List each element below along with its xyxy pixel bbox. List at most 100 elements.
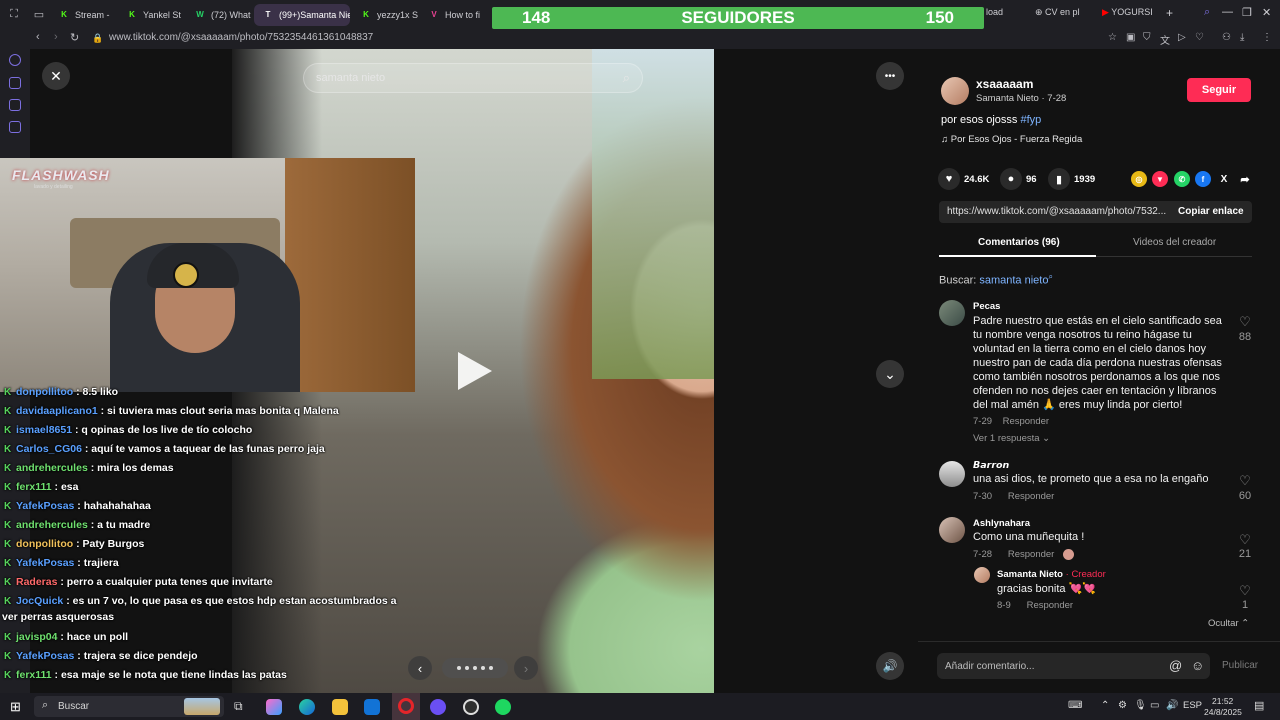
- battery-icon[interactable]: ▭: [1150, 700, 1159, 711]
- chat-username[interactable]: donpollitoo: [16, 386, 73, 398]
- reload-icon[interactable]: ↻: [70, 31, 79, 44]
- download-icon[interactable]: ⤓: [1240, 32, 1244, 43]
- comment-avatar-ashlynahara[interactable]: [939, 517, 965, 543]
- chat-username[interactable]: YafekPosas: [16, 557, 74, 569]
- author-username[interactable]: xsaaaaam: [976, 77, 1033, 91]
- tab-download[interactable]: load: [986, 7, 1003, 17]
- volume-button[interactable]: 🔊: [876, 652, 904, 680]
- window-menu-icon[interactable]: ⛶: [0, 8, 28, 21]
- tab-yogursi[interactable]: ▶ YOGURSI: [1102, 7, 1153, 18]
- tab-cv[interactable]: ⊕ CV en pl: [1035, 7, 1080, 18]
- sidebar-twitch-icon[interactable]: [9, 99, 21, 111]
- close-viewer-button[interactable]: ✕: [42, 62, 70, 90]
- speaker-icon[interactable]: 🔊: [1166, 700, 1178, 711]
- sidebar-refresh-icon[interactable]: [9, 54, 21, 66]
- chat-username[interactable]: Raderas: [16, 576, 57, 588]
- browser-tab[interactable]: T (99+)Samanta Nie: [254, 3, 350, 26]
- file-explorer-icon[interactable]: [332, 699, 348, 715]
- play-icon[interactable]: ▷: [1178, 32, 1186, 43]
- carousel-prev-button[interactable]: ‹: [408, 656, 432, 680]
- sidebar-m-icon[interactable]: [9, 121, 21, 133]
- heart-ext-icon[interactable]: ♡: [1195, 32, 1204, 43]
- new-tab-button[interactable]: +: [1166, 6, 1173, 20]
- tab-creator-videos[interactable]: Videos del creador: [1133, 237, 1216, 248]
- browser-tab[interactable]: W (72) What: [186, 4, 252, 26]
- reply-button[interactable]: Responder: [1008, 549, 1054, 560]
- maximize-icon[interactable]: ❐: [1242, 6, 1252, 19]
- clock-time[interactable]: 21:52: [1212, 696, 1233, 706]
- hide-replies-button[interactable]: Ocultar ⌃: [1208, 618, 1249, 629]
- chat-username[interactable]: andrehercules: [16, 519, 88, 531]
- browser-tab[interactable]: V How to fi: [420, 4, 486, 26]
- menu-icon[interactable]: ⋮: [1262, 32, 1272, 43]
- chat-username[interactable]: JocQuick: [16, 595, 63, 607]
- keyboard-icon[interactable]: ⌨: [1068, 700, 1082, 711]
- hashtag-link[interactable]: #fyp: [1020, 114, 1041, 126]
- profile-icon[interactable]: ⚇: [1222, 32, 1231, 43]
- send-share-icon[interactable]: ▼: [1152, 171, 1168, 187]
- emoji-icon[interactable]: ☺: [1191, 658, 1204, 673]
- facebook-share-icon[interactable]: f: [1195, 171, 1211, 187]
- viewer-search-input[interactable]: samanta nieto: [316, 72, 385, 84]
- url-field[interactable]: www.tiktok.com/@xsaaaaam/photo/753235446…: [109, 32, 373, 43]
- browser-tab[interactable]: K Yankel St: [118, 4, 184, 26]
- back-icon[interactable]: ‹: [36, 31, 40, 43]
- chat-username[interactable]: ferx111: [16, 669, 52, 681]
- x-share-icon[interactable]: X: [1216, 171, 1232, 187]
- chat-username[interactable]: YafekPosas: [16, 650, 74, 662]
- search-suggestion[interactable]: Buscar: samanta nieto⌕: [939, 272, 1053, 287]
- follow-button[interactable]: Seguir: [1187, 78, 1251, 102]
- comment-user-ashlynahara[interactable]: Ashlynahara: [973, 518, 1030, 529]
- whatsapp-share-icon[interactable]: ✆: [1174, 171, 1190, 187]
- tray-expand-icon[interactable]: ⌃: [1101, 700, 1109, 711]
- viewer-search-bar[interactable]: samanta nieto ⌕: [303, 63, 643, 93]
- reply-avatar-creator[interactable]: [974, 567, 990, 583]
- carousel-next-button[interactable]: ›: [514, 656, 538, 680]
- more-share-icon[interactable]: ➦: [1237, 171, 1253, 187]
- copilot-icon[interactable]: [266, 699, 282, 715]
- tab-comments[interactable]: Comentarios (96): [978, 237, 1060, 248]
- comment-avatar-barron[interactable]: [939, 461, 965, 487]
- windows-start-icon[interactable]: ⊞: [10, 699, 21, 715]
- shield-icon[interactable]: ⛉: [1143, 32, 1151, 43]
- browser-tab[interactable]: Kyezzy1x S: [352, 4, 418, 26]
- post-link-text[interactable]: https://www.tiktok.com/@xsaaaaam/photo/7…: [947, 206, 1166, 217]
- comment-like-icon[interactable]: ♡: [1235, 473, 1255, 489]
- reply-button[interactable]: Responder: [1003, 416, 1049, 427]
- outlook-icon[interactable]: [364, 699, 380, 715]
- clock-date[interactable]: 24/8/2025: [1204, 707, 1242, 717]
- browser-tab[interactable]: K Stream -: [50, 4, 116, 26]
- screenshot-icon[interactable]: ▣: [1126, 32, 1135, 43]
- comment-avatar-pecas[interactable]: [939, 300, 965, 326]
- chat-username[interactable]: ferx111: [16, 481, 52, 493]
- comment-like-icon[interactable]: ♡: [1235, 532, 1255, 548]
- author-avatar[interactable]: [941, 77, 969, 105]
- chat-username[interactable]: YafekPosas: [16, 500, 74, 512]
- taskbar-search[interactable]: ⌕ Buscar: [34, 696, 224, 717]
- chat-username[interactable]: davidaaplicano1: [16, 405, 98, 417]
- bookmark-icon[interactable]: ☆: [1108, 32, 1117, 43]
- chat-username[interactable]: ismael8651: [16, 424, 72, 436]
- comment-user-barron[interactable]: 𝘽𝙖𝙧𝙧𝙤𝙣: [973, 460, 1009, 471]
- tab-list-icon[interactable]: ▭: [28, 8, 50, 21]
- language-indicator[interactable]: ESP: [1183, 700, 1202, 711]
- search-icon[interactable]: ⌕: [623, 70, 630, 86]
- task-view-icon[interactable]: ⧉: [234, 699, 243, 714]
- view-replies-button[interactable]: Ver 1 respuesta ⌄: [973, 433, 1050, 444]
- microphone-icon[interactable]: 🎙: [1134, 700, 1147, 711]
- spotify-icon[interactable]: [495, 699, 511, 715]
- minimize-icon[interactable]: —: [1222, 6, 1233, 18]
- reply-like-icon[interactable]: ♡: [1235, 583, 1255, 599]
- forward-icon[interactable]: ›: [54, 31, 58, 43]
- like-button[interactable]: ♥: [938, 168, 960, 190]
- reply-user-creator[interactable]: Samanta Nieto · Creador: [997, 569, 1106, 580]
- discord-icon[interactable]: [430, 699, 446, 715]
- chat-username[interactable]: Carlos_CG06: [16, 443, 82, 455]
- more-options-button[interactable]: •••: [876, 62, 904, 90]
- mention-icon[interactable]: @: [1169, 658, 1182, 673]
- comment-like-icon[interactable]: ♡: [1235, 314, 1255, 330]
- comment-button[interactable]: ●: [1000, 168, 1022, 190]
- chat-username[interactable]: donpollitoo: [16, 538, 73, 550]
- save-button[interactable]: ▮: [1048, 168, 1070, 190]
- post-music[interactable]: ♫ Por Esos Ojos - Fuerza Regida: [941, 134, 1082, 145]
